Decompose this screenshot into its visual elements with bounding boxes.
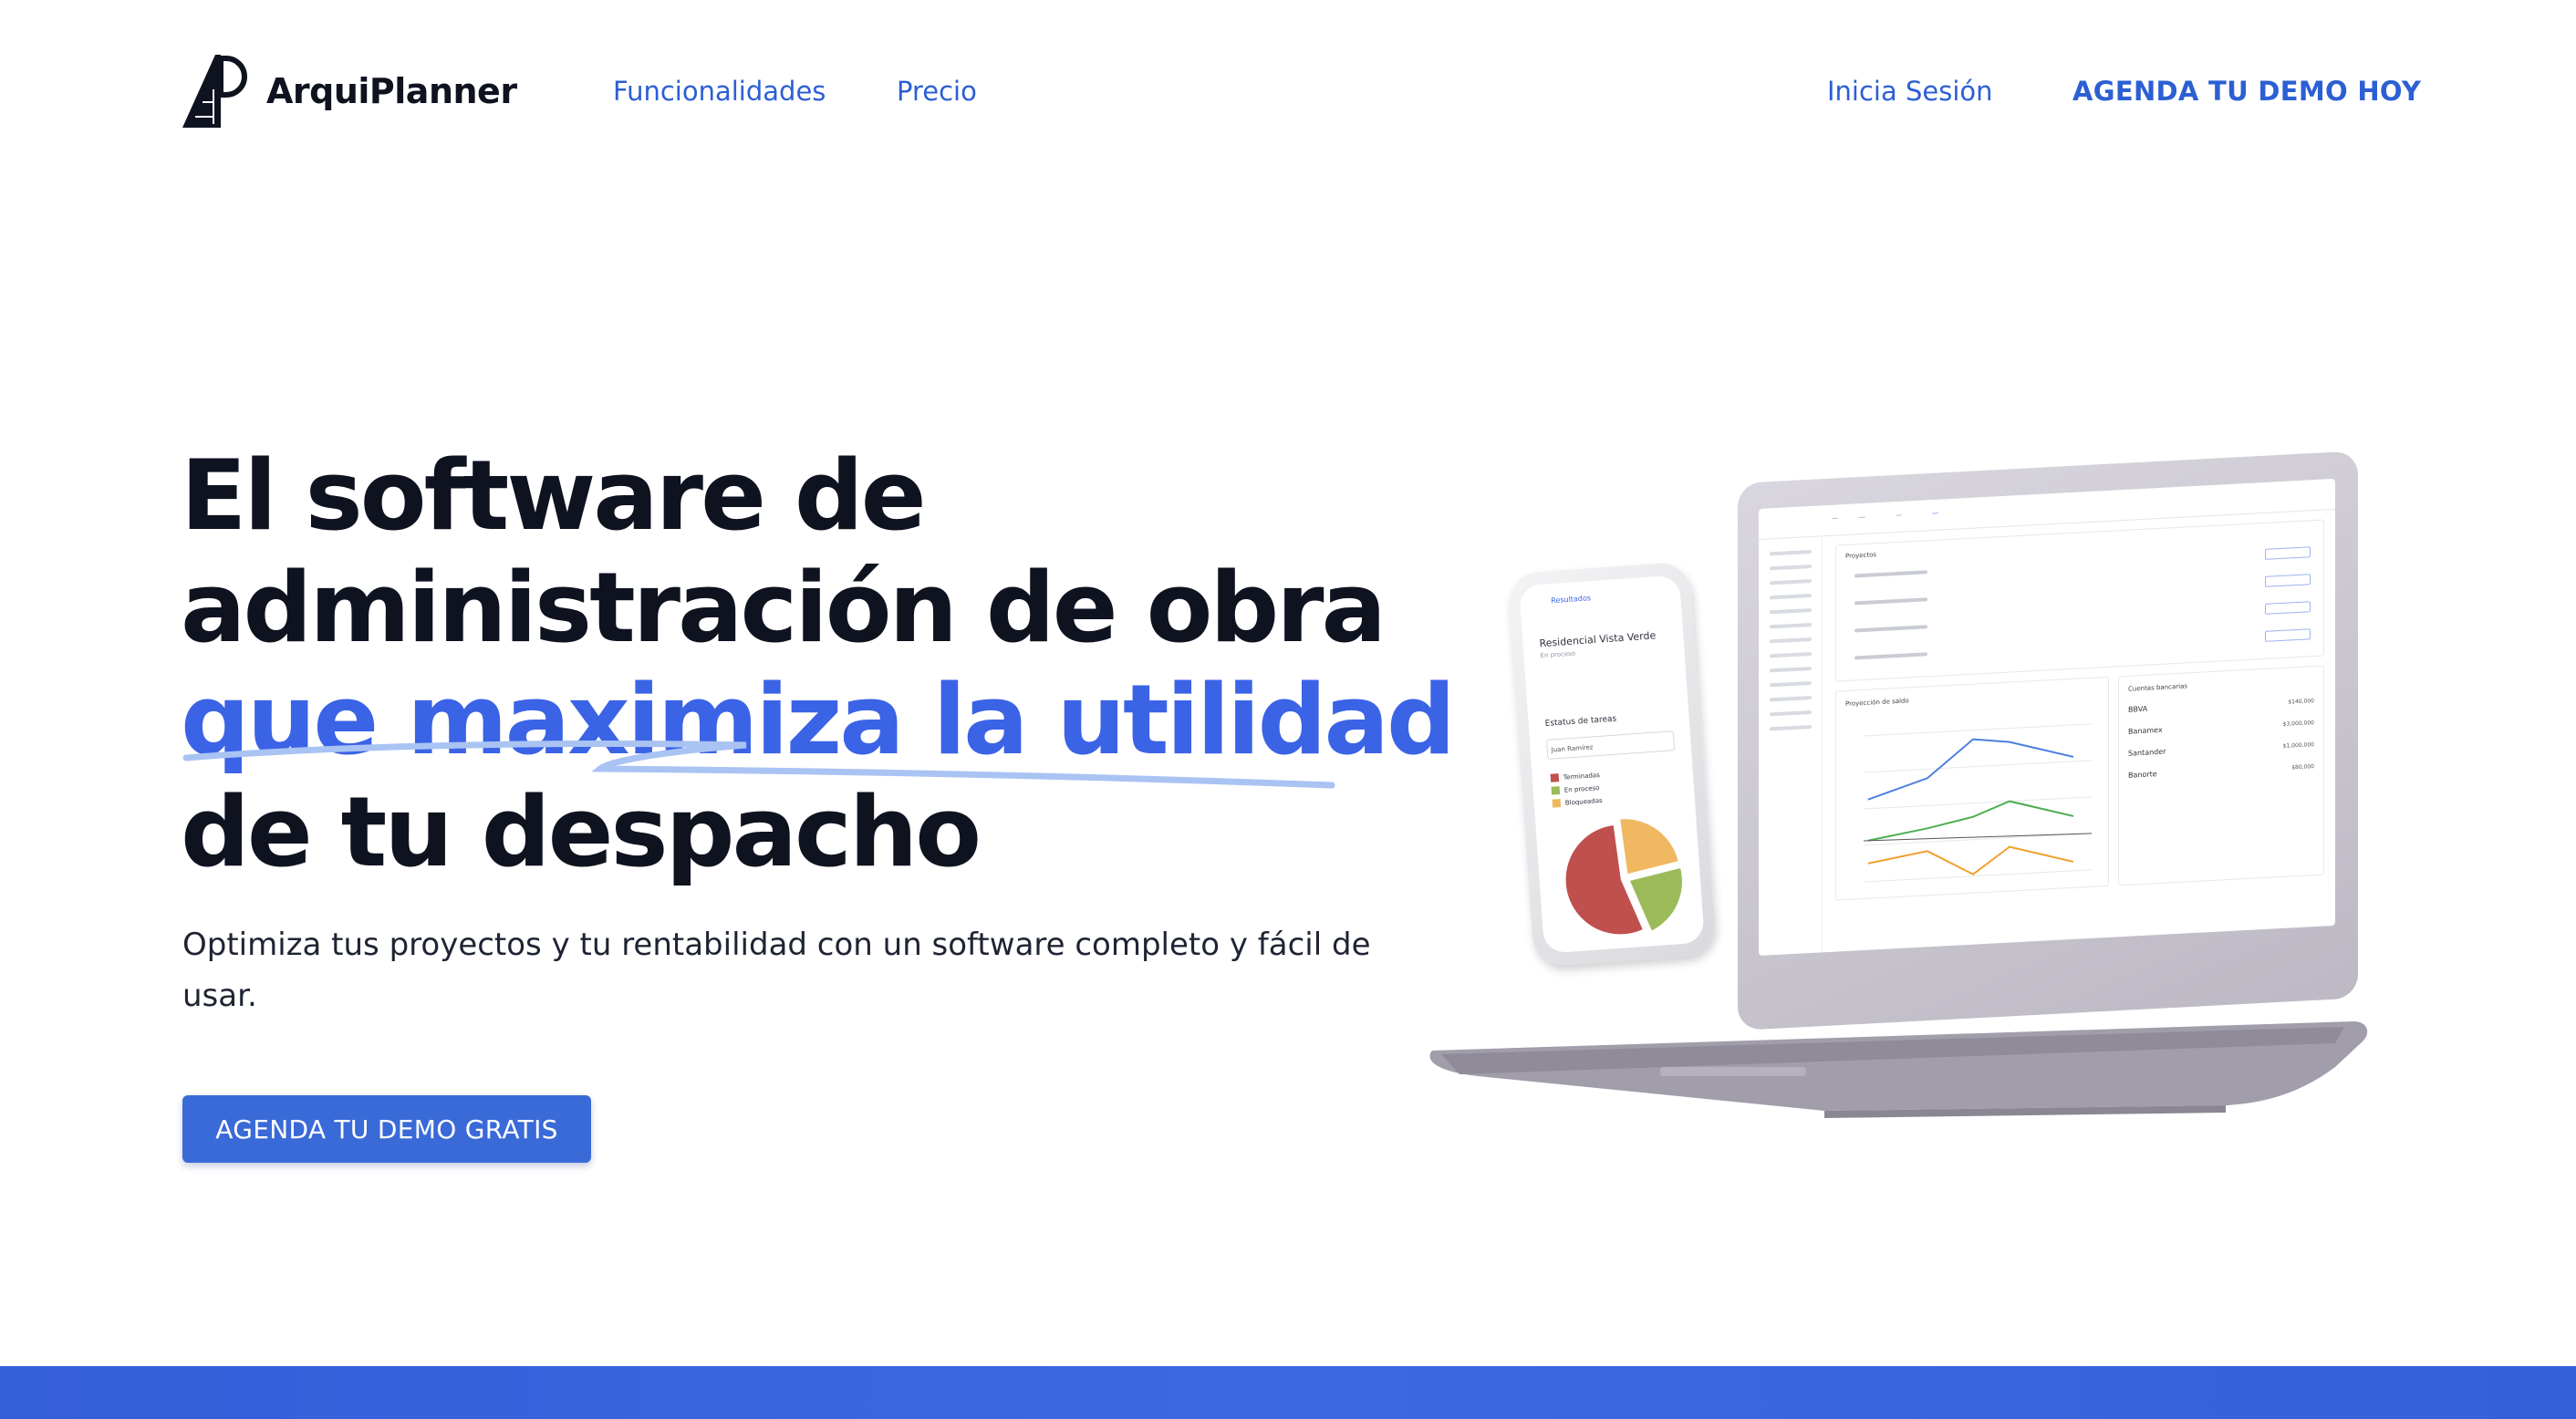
laptop-base bbox=[1429, 1021, 2368, 1118]
phone-tab: Resultados bbox=[1551, 594, 1592, 606]
arquiplanner-logo-icon bbox=[182, 55, 247, 128]
screen-tab-active: — bbox=[1932, 509, 1938, 518]
headline-line-1: El software de bbox=[181, 440, 927, 552]
legend-swatch bbox=[1551, 786, 1561, 795]
phone-screen: Resultados Residencial Vista Verde En pr… bbox=[1519, 575, 1705, 954]
bank-accounts-panel: Cuentas bancarias BBVA $140,000 Banamex … bbox=[2118, 665, 2324, 886]
select-project-button bbox=[2265, 628, 2311, 642]
screen-tab: — bbox=[1832, 514, 1838, 523]
bank-name: BBVA bbox=[2128, 704, 2148, 714]
legend-label: Terminadas bbox=[1563, 771, 1601, 782]
phone-mockup: Resultados Residencial Vista Verde En pr… bbox=[1507, 561, 1717, 968]
project-row bbox=[1854, 597, 1927, 606]
bank-amount: $140,000 bbox=[2288, 698, 2314, 706]
sidebar-item bbox=[1770, 651, 1812, 658]
laptop-screen: — — — — Proyectos Proyección de saldo Cu… bbox=[1759, 478, 2335, 956]
demo-cta-button[interactable]: AGENDA TU DEMO GRATIS bbox=[182, 1095, 591, 1163]
hero-subtext: Optimiza tus proyectos y tu rentabilidad… bbox=[182, 927, 1371, 1014]
nav-link-precio[interactable]: Precio bbox=[897, 73, 977, 109]
phone-status-label: Estatus de tareas bbox=[1544, 714, 1617, 729]
hero-headline: El software de administración de obra qu… bbox=[181, 440, 1456, 888]
legend-swatch bbox=[1550, 773, 1560, 782]
headline-underline-swash bbox=[182, 741, 1335, 789]
project-row bbox=[1854, 570, 1927, 578]
sidebar-item bbox=[1770, 637, 1812, 644]
select-project-button bbox=[2265, 546, 2311, 560]
sidebar-item bbox=[1770, 666, 1812, 673]
bank-name: Santander bbox=[2128, 747, 2166, 758]
projects-panel-title: Proyectos bbox=[1845, 551, 1877, 561]
sidebar-item bbox=[1770, 710, 1812, 717]
legend-item: En proceso bbox=[1551, 783, 1600, 795]
screen-tab: — bbox=[1859, 513, 1865, 522]
screen-sidebar bbox=[1759, 536, 1823, 956]
select-project-button bbox=[2265, 574, 2311, 587]
screen-tab: — bbox=[1896, 511, 1902, 520]
sidebar-item bbox=[1770, 680, 1812, 688]
sidebar-item bbox=[1770, 724, 1812, 731]
bank-amount: $80,000 bbox=[2291, 763, 2314, 772]
legend-item: Terminadas bbox=[1550, 771, 1601, 782]
legend-swatch bbox=[1552, 799, 1562, 808]
sidebar-item bbox=[1770, 622, 1812, 629]
bank-name: Banamex bbox=[2128, 725, 2163, 736]
select-project-button bbox=[2265, 601, 2311, 615]
project-row bbox=[1854, 625, 1927, 633]
nav-link-funcionalidades[interactable]: Funcionalidades bbox=[613, 73, 826, 109]
projects-panel: Proyectos bbox=[1835, 519, 2324, 682]
legend-label: Bloqueadas bbox=[1564, 796, 1603, 807]
bank-name: Banorte bbox=[2128, 770, 2157, 780]
nav-demo-cta[interactable]: AGENDA TU DEMO HOY bbox=[2072, 73, 2421, 109]
sidebar-item bbox=[1770, 564, 1812, 571]
bank-amount: $3,000,000 bbox=[2282, 720, 2314, 728]
headline-line-2: administración de obra bbox=[181, 552, 1387, 664]
bank-accounts-title: Cuentas bancarias bbox=[2128, 682, 2188, 693]
sidebar-item bbox=[1770, 593, 1812, 600]
task-status-pie-chart bbox=[1565, 819, 1682, 935]
bank-amount: $1,000,000 bbox=[2282, 741, 2314, 750]
balance-chart-panel: Proyección de saldo bbox=[1835, 676, 2109, 901]
brand-logo[interactable]: ArquiPlanner bbox=[181, 53, 517, 129]
balance-chart-title: Proyección de saldo bbox=[1845, 697, 1909, 709]
balance-line-chart bbox=[1863, 723, 2093, 883]
sidebar-item bbox=[1770, 549, 1812, 556]
phone-project-subtitle: En proceso bbox=[1540, 649, 1576, 660]
bottom-color-band bbox=[0, 1366, 2576, 1419]
sidebar-item bbox=[1770, 607, 1812, 615]
brand-name: ArquiPlanner bbox=[266, 71, 517, 111]
sidebar-item bbox=[1770, 695, 1812, 702]
sidebar-item bbox=[1770, 578, 1812, 585]
phone-project-title: Residencial Vista Verde bbox=[1539, 629, 1657, 650]
top-navigation: ArquiPlanner Funcionalidades Precio Inic… bbox=[0, 0, 2576, 184]
legend-item: Bloqueadas bbox=[1552, 796, 1603, 808]
login-link[interactable]: Inicia Sesión bbox=[1827, 73, 1993, 109]
legend-label: En proceso bbox=[1563, 783, 1600, 794]
product-illustration: — — — — Proyectos Proyección de saldo Cu… bbox=[1405, 451, 2390, 1140]
project-row bbox=[1854, 652, 1927, 660]
phone-assignee-select: Juan Ramírez bbox=[1545, 730, 1676, 760]
